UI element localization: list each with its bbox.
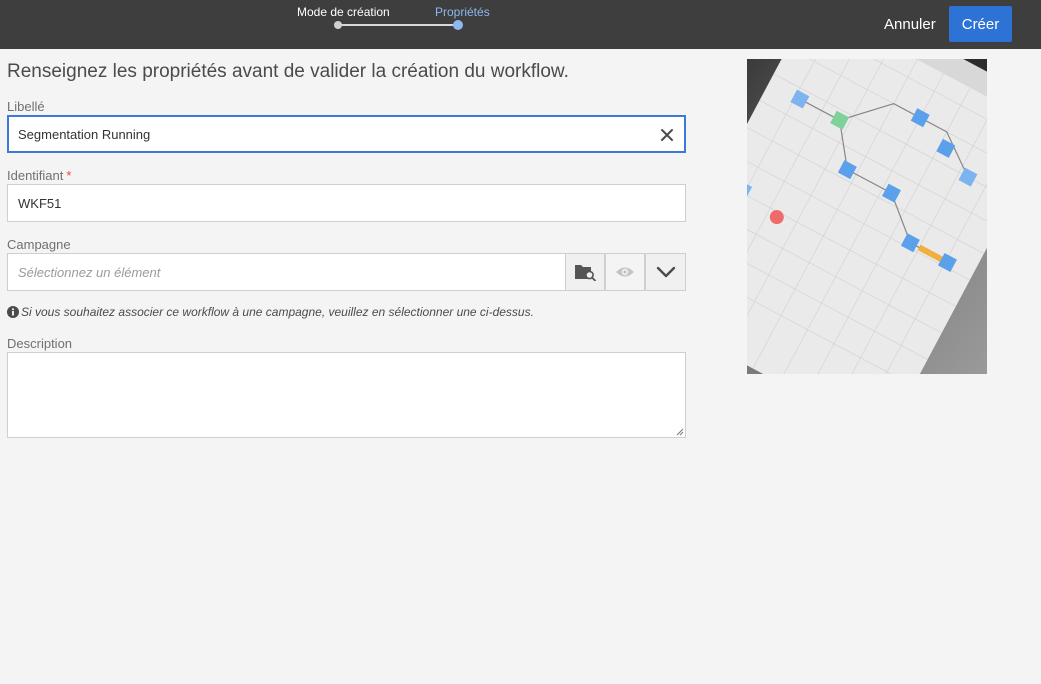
description-field-wrapper bbox=[7, 352, 686, 438]
description-textarea[interactable] bbox=[8, 353, 685, 437]
libelle-label: Libellé bbox=[7, 99, 45, 114]
step-creation-mode[interactable]: Mode de création bbox=[297, 5, 390, 19]
dropdown-button[interactable] bbox=[645, 253, 686, 291]
campagne-help: Si vous souhaitez associer ce workflow à… bbox=[7, 305, 534, 319]
required-mark: * bbox=[66, 168, 72, 183]
identifiant-field-wrapper bbox=[7, 184, 686, 222]
libelle-field-wrapper bbox=[7, 115, 686, 153]
campagne-input-wrapper bbox=[7, 253, 566, 291]
step-properties[interactable]: Propriétés bbox=[435, 5, 490, 19]
progress-track bbox=[338, 24, 458, 26]
campagne-label: Campagne bbox=[7, 237, 71, 252]
description-label: Description bbox=[7, 336, 73, 351]
campagne-input[interactable] bbox=[8, 254, 565, 290]
identifiant-input[interactable] bbox=[8, 185, 685, 221]
libelle-input[interactable] bbox=[9, 117, 684, 151]
campagne-help-text: Si vous souhaitez associer ce workflow à… bbox=[21, 305, 534, 319]
cancel-button[interactable]: Annuler bbox=[876, 7, 944, 42]
preview-button[interactable] bbox=[605, 253, 645, 291]
info-icon bbox=[7, 306, 19, 318]
identifiant-label-text: Identifiant bbox=[7, 168, 64, 183]
resize-grip-icon[interactable] bbox=[676, 428, 684, 436]
workflow-illustration bbox=[747, 59, 987, 374]
page-heading: Renseignez les propriétés avant de valid… bbox=[7, 61, 569, 82]
create-button[interactable]: Créer bbox=[949, 6, 1012, 42]
top-bar: Mode de création Propriétés Annuler Crée… bbox=[0, 0, 1041, 49]
campagne-picker bbox=[7, 253, 686, 291]
workflow-preview-image bbox=[747, 59, 987, 374]
folder-search-icon bbox=[575, 265, 596, 281]
identifiant-label: Identifiant * bbox=[7, 168, 71, 183]
step-2-dot bbox=[454, 21, 462, 29]
eye-icon bbox=[616, 267, 634, 277]
clear-icon[interactable] bbox=[658, 126, 676, 144]
browse-folder-button[interactable] bbox=[565, 253, 605, 291]
chevron-down-icon bbox=[656, 266, 675, 278]
step-1-dot bbox=[334, 21, 342, 29]
